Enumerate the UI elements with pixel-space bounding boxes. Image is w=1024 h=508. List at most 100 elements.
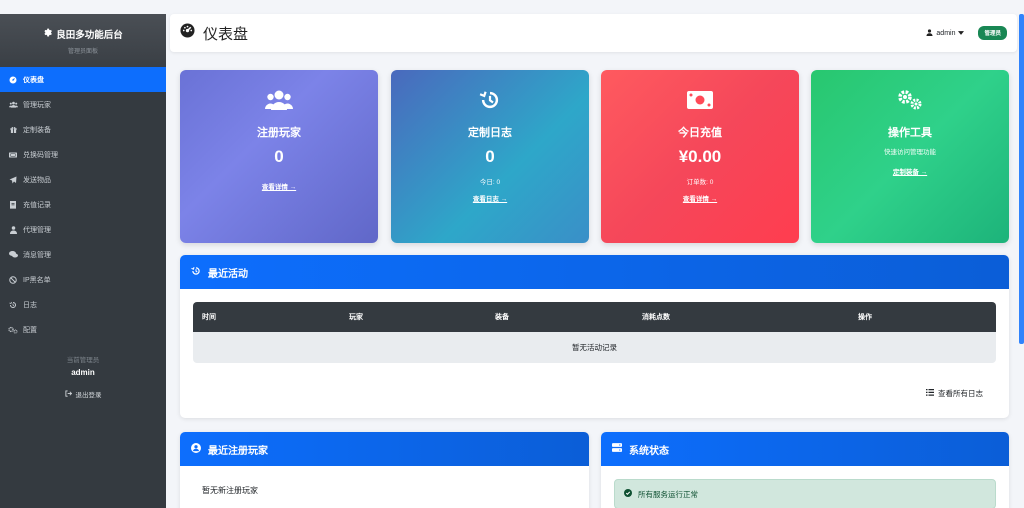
stat-card-players: 注册玩家 0 查看详情 → bbox=[180, 70, 378, 243]
role-badge: 管理员 bbox=[978, 26, 1007, 40]
stat-title: 今日充值 bbox=[678, 127, 722, 139]
top-bar: 仪表盘 admin 管理员 bbox=[170, 14, 1017, 52]
users-icon bbox=[8, 101, 18, 108]
panel-header: 系统状态 bbox=[601, 432, 1009, 466]
view-details-link[interactable]: 查看详情 → bbox=[683, 193, 717, 203]
user-menu-dropdown[interactable]: admin bbox=[926, 28, 965, 38]
sidebar-item-label: 日志 bbox=[23, 301, 37, 309]
history-icon bbox=[191, 266, 201, 279]
user-circle-icon bbox=[191, 442, 201, 456]
players-empty-text: 暂无新注册玩家 bbox=[202, 486, 258, 495]
stat-card-custom-logs: 定制日志 0 今日: 0 查看日志 → bbox=[391, 70, 589, 243]
top-right: admin 管理员 bbox=[926, 26, 1007, 40]
stat-value: 0 bbox=[485, 147, 495, 166]
stat-subtext: 今日: 0 bbox=[479, 179, 501, 186]
panel-title: 最近活动 bbox=[208, 268, 248, 280]
comments-icon bbox=[8, 251, 18, 258]
paper-plane-icon bbox=[8, 176, 18, 184]
column-header-player[interactable]: 玩家 bbox=[349, 312, 363, 322]
sidebar-item-messages[interactable]: 消息管理 bbox=[0, 242, 166, 267]
sidebar-item-label: 发送物品 bbox=[23, 176, 51, 184]
custom-gear-link[interactable]: 定制装备 → bbox=[893, 166, 927, 176]
column-header-gear[interactable]: 装备 bbox=[495, 312, 509, 322]
user-tie-icon bbox=[8, 225, 18, 234]
sidebar-item-dashboard[interactable]: 仪表盘 bbox=[0, 67, 166, 92]
sidebar-item-label: 仪表盘 bbox=[23, 76, 44, 84]
history-icon bbox=[8, 301, 18, 309]
system-status-alert: 所有服务运行正常 bbox=[614, 479, 996, 508]
check-circle-icon bbox=[624, 489, 632, 499]
sign-out-icon bbox=[64, 389, 72, 399]
stat-value: ¥0.00 bbox=[678, 147, 722, 166]
current-admin-name: admin bbox=[71, 368, 95, 377]
sidebar-item-ip-blacklist[interactable]: IP黑名单 bbox=[0, 267, 166, 292]
logout-label: 退出登录 bbox=[75, 392, 102, 399]
current-admin-label: 当前管理员 bbox=[66, 357, 100, 364]
history-icon bbox=[391, 86, 589, 114]
sidebar-item-redeem-codes[interactable]: 兑换码管理 bbox=[0, 142, 166, 167]
user-icon bbox=[926, 28, 933, 38]
view-all-label: 查看所有日志 bbox=[938, 389, 983, 398]
view-all-logs-button[interactable]: 查看所有日志 bbox=[926, 388, 983, 399]
sidebar-item-label: IP黑名单 bbox=[23, 276, 51, 284]
list-icon bbox=[926, 389, 934, 398]
panel-header: 最近活动 bbox=[180, 255, 1009, 289]
column-header-action[interactable]: 操作 bbox=[858, 312, 872, 322]
server-icon bbox=[612, 443, 622, 455]
stat-card-today-recharge: 今日充值 ¥0.00 订单数: 0 查看详情 → bbox=[601, 70, 799, 243]
page-title: 仪表盘 bbox=[203, 25, 249, 43]
receipt-icon bbox=[8, 200, 18, 209]
sidebar-item-label: 兑换码管理 bbox=[23, 151, 58, 159]
sidebar-item-custom-gear[interactable]: 定制装备 bbox=[0, 117, 166, 142]
logout-link[interactable]: 退出登录 bbox=[0, 389, 166, 399]
cog-icon bbox=[43, 28, 53, 40]
stat-title: 操作工具 bbox=[888, 127, 932, 139]
brand-subtitle: 管理员面板 bbox=[67, 49, 98, 55]
sidebar-item-agents[interactable]: 代理管理 bbox=[0, 217, 166, 242]
stat-title: 定制日志 bbox=[468, 127, 512, 139]
activity-table: 时间 玩家 装备 消耗点数 操作 暂无活动记录 bbox=[193, 302, 996, 363]
sidebar-item-send-items[interactable]: 发送物品 bbox=[0, 167, 166, 192]
sidebar: 良田多功能后台 管理员面板 仪表盘 管理玩家 定制装备 兑换码管理 发送物品 充… bbox=[0, 14, 166, 508]
column-header-points[interactable]: 消耗点数 bbox=[642, 312, 670, 322]
panel-title: 最近注册玩家 bbox=[208, 445, 268, 457]
stat-card-tools: 操作工具 快速访问管理功能 定制装备 → bbox=[811, 70, 1009, 243]
brand-title-text: 良田多功能后台 bbox=[56, 30, 123, 41]
sidebar-item-label: 定制装备 bbox=[23, 126, 51, 134]
sidebar-item-label: 管理玩家 bbox=[23, 101, 51, 109]
sidebar-nav: 仪表盘 管理玩家 定制装备 兑换码管理 发送物品 充值记录 代理管理 消息管理 bbox=[0, 67, 166, 342]
sidebar-item-label: 代理管理 bbox=[23, 226, 51, 234]
tachometer-icon bbox=[180, 23, 195, 43]
column-header-time[interactable]: 时间 bbox=[202, 312, 216, 322]
stat-subtext: 订单数: 0 bbox=[686, 179, 714, 186]
table-header: 时间 玩家 装备 消耗点数 操作 bbox=[193, 302, 996, 332]
ban-icon bbox=[8, 275, 18, 284]
cogs-icon bbox=[811, 86, 1009, 114]
table-empty-row: 暂无活动记录 bbox=[193, 332, 996, 363]
system-status-panel: 系统状态 所有服务运行正常 bbox=[601, 432, 1009, 508]
sidebar-item-config[interactable]: 配置 bbox=[0, 317, 166, 342]
sidebar-item-logs[interactable]: 日志 bbox=[0, 292, 166, 317]
sidebar-item-players[interactable]: 管理玩家 bbox=[0, 92, 166, 117]
brand-title: 良田多功能后台 bbox=[0, 27, 166, 41]
panel-title: 系统状态 bbox=[629, 445, 669, 457]
sidebar-item-label: 配置 bbox=[23, 326, 37, 334]
dashboard-icon bbox=[8, 76, 18, 84]
page-scrollbar[interactable] bbox=[1019, 14, 1024, 344]
status-text: 所有服务运行正常 bbox=[638, 489, 698, 499]
stat-subtext: 快速访问管理功能 bbox=[884, 149, 936, 156]
ticket-icon bbox=[8, 152, 18, 158]
sidebar-footer: 当前管理员 admin 退出登录 bbox=[0, 354, 166, 399]
user-name: admin bbox=[936, 29, 956, 37]
caret-down-icon bbox=[958, 30, 965, 37]
cogs-icon bbox=[8, 326, 18, 334]
view-details-link[interactable]: 查看详情 → bbox=[262, 181, 296, 191]
sidebar-item-recharge-records[interactable]: 充值记录 bbox=[0, 192, 166, 217]
stat-value: 0 bbox=[274, 147, 284, 166]
stat-title: 注册玩家 bbox=[257, 127, 301, 139]
gift-icon bbox=[8, 126, 18, 133]
sidebar-item-label: 充值记录 bbox=[23, 201, 51, 209]
recent-activity-panel: 最近活动 时间 玩家 装备 消耗点数 操作 暂无活动记录 查看所有日志 bbox=[180, 255, 1009, 418]
view-logs-link[interactable]: 查看日志 → bbox=[473, 193, 507, 203]
panel-header: 最近注册玩家 bbox=[180, 432, 589, 466]
